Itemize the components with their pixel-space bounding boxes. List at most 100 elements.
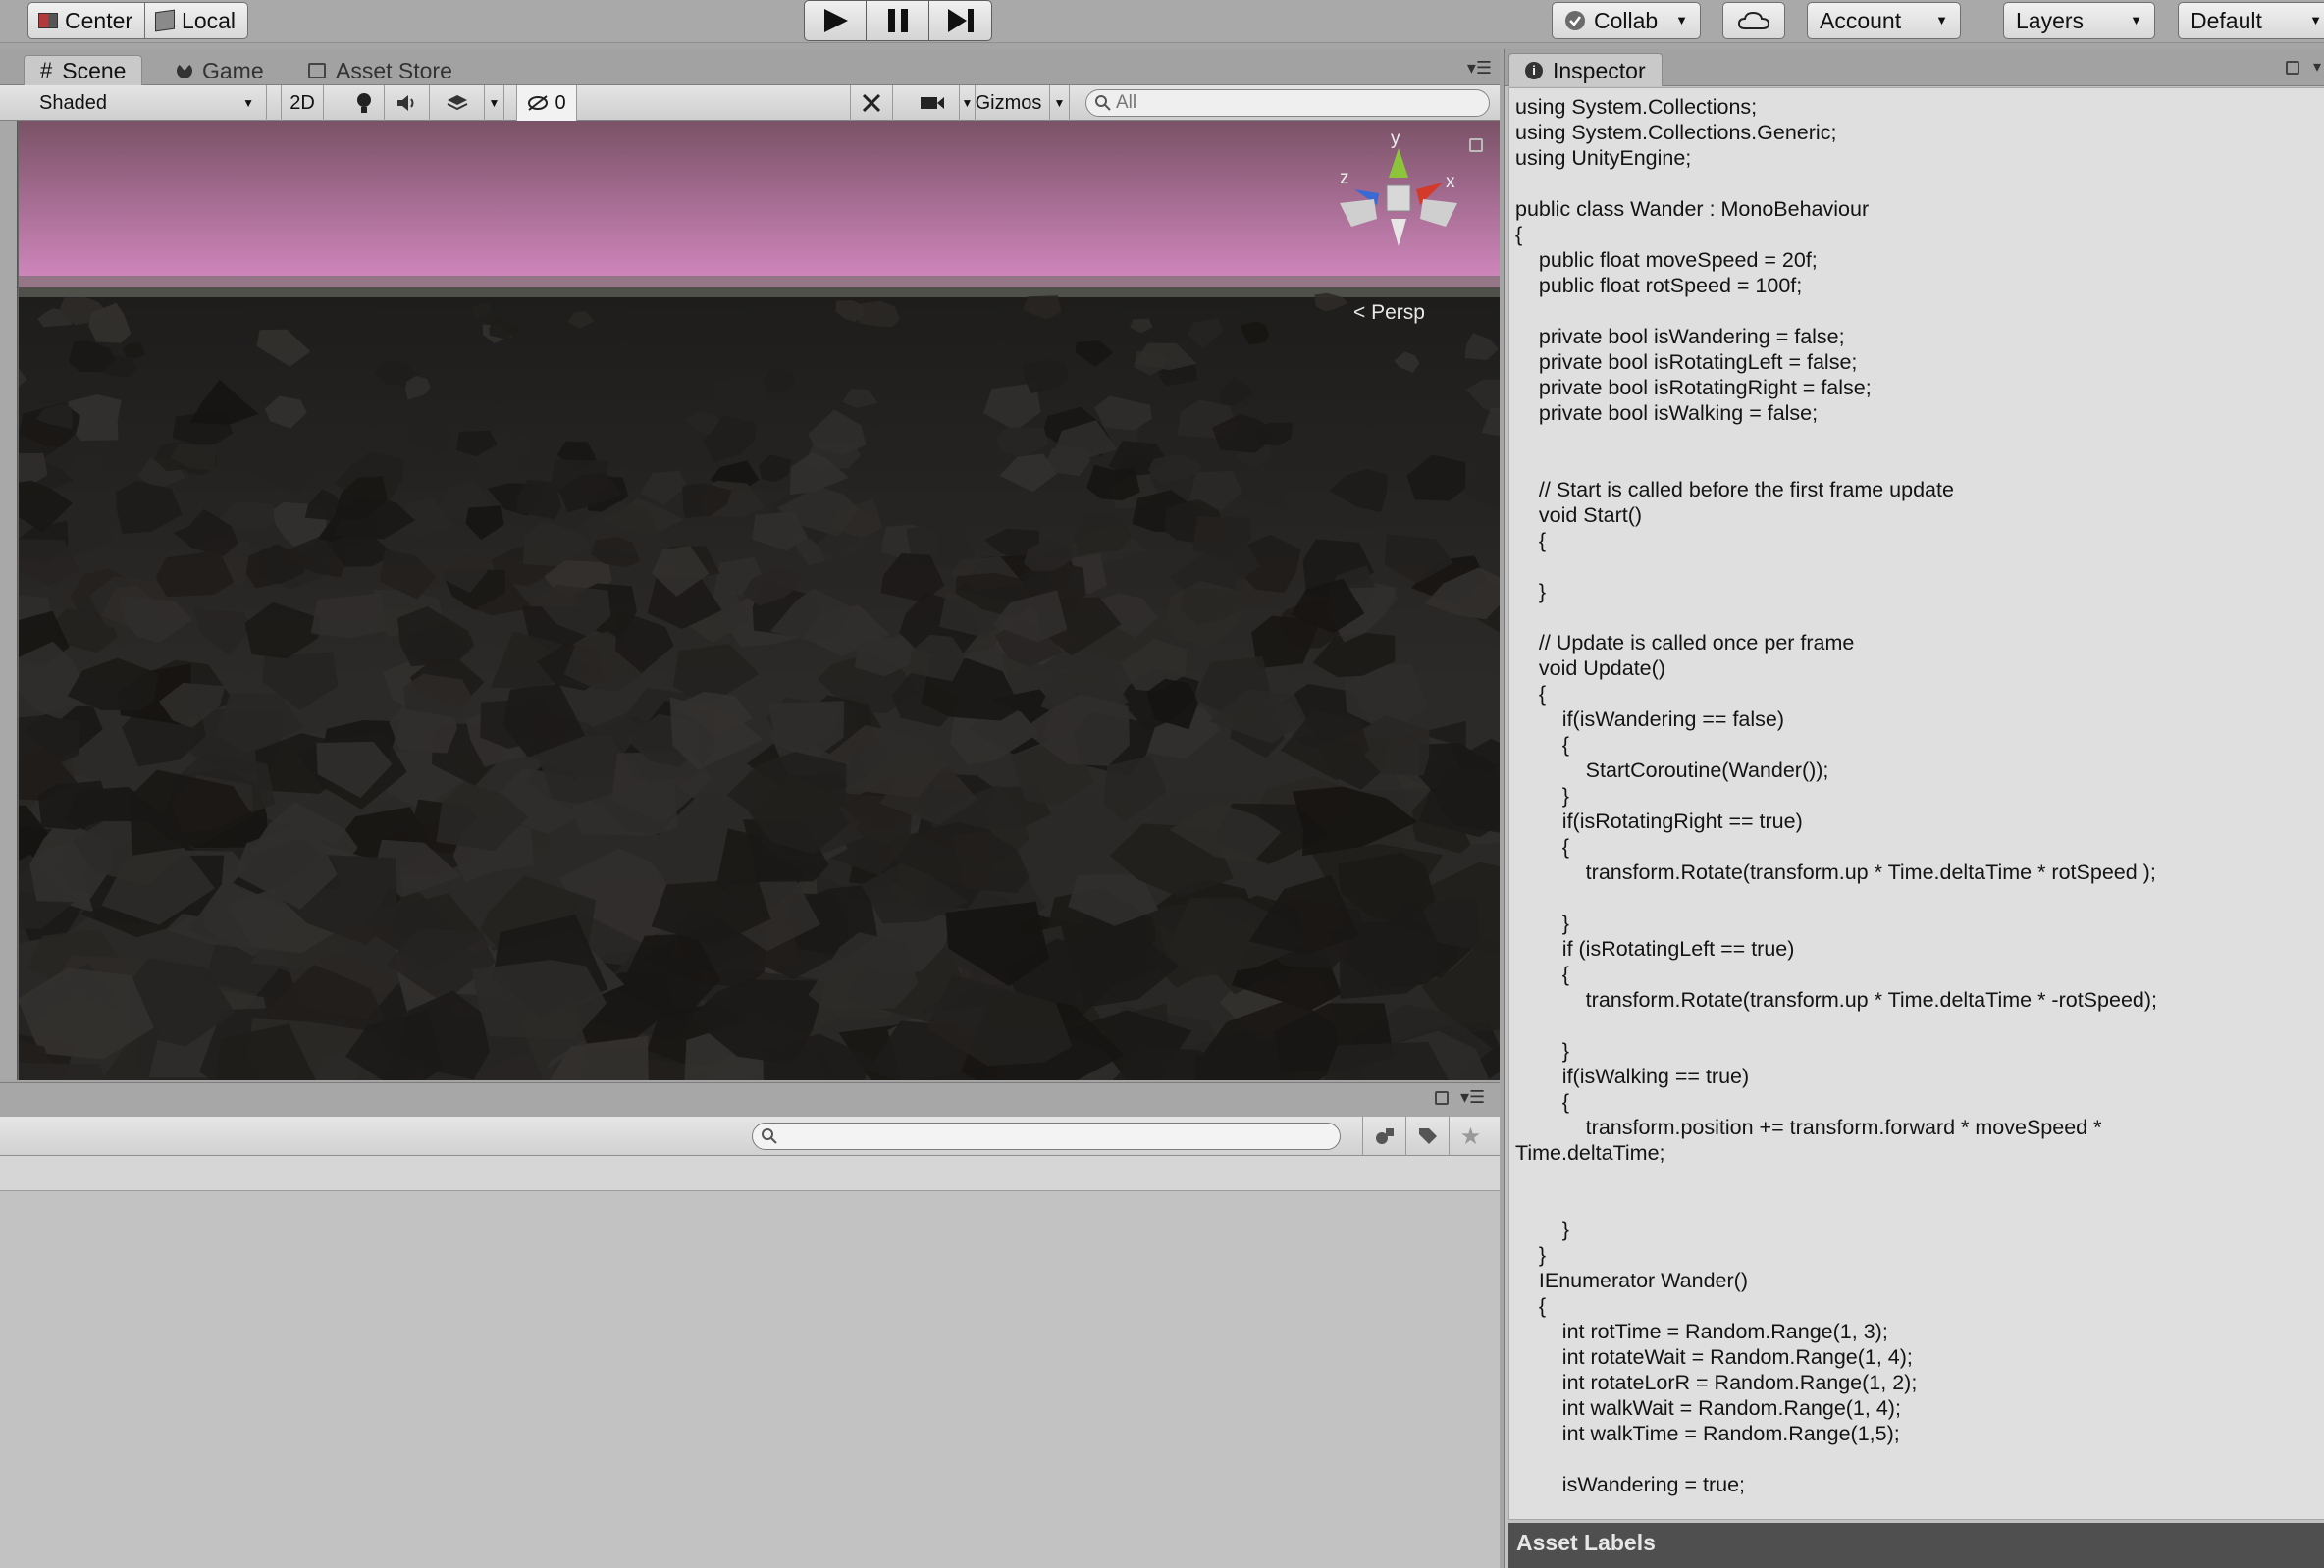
local-cube-icon — [155, 9, 176, 32]
effects-toggle[interactable] — [430, 85, 485, 121]
speaker-icon — [396, 95, 413, 111]
grid-icon: # — [40, 58, 53, 82]
panel-menu-icon[interactable]: ▾☰ — [1467, 58, 1492, 78]
pause-icon — [887, 9, 908, 32]
tab-game-label: Game — [202, 57, 264, 83]
asset-labels-title: Asset Labels — [1516, 1530, 1656, 1555]
scene-search-input[interactable]: All — [1085, 89, 1490, 117]
project-search-input[interactable] — [752, 1123, 1341, 1150]
collab-dropdown[interactable]: Collab ▼ — [1552, 2, 1701, 39]
layers-dropdown[interactable]: Layers ▼ — [2003, 2, 2155, 39]
layout-label: Default — [2191, 8, 2262, 33]
layers-caret-icon: ▼ — [2130, 13, 2142, 27]
gizmos-caret-icon[interactable]: ▼ — [1050, 85, 1070, 121]
gizmos-label: Gizmos — [975, 91, 1042, 114]
cloud-icon — [1737, 11, 1770, 29]
playback-controls — [804, 0, 992, 41]
account-caret-icon: ▼ — [1935, 13, 1948, 27]
script-source-text: using System.Collections; using System.C… — [1515, 95, 2157, 1496]
layers-label: Layers — [2016, 8, 2085, 33]
tag-icon — [1418, 1128, 1437, 1144]
draw-mode-dropdown[interactable]: Shaded ▼ — [27, 85, 267, 121]
cloud-button[interactable] — [1722, 2, 1785, 39]
panel-menu-icon[interactable]: ▾☰ — [1460, 1087, 1485, 1108]
draw-mode-label: Shaded — [39, 91, 107, 114]
chevron-left-icon: < — [1353, 301, 1372, 324]
scene-tools-button[interactable] — [850, 85, 893, 121]
step-button[interactable] — [929, 0, 992, 41]
pacman-icon — [177, 62, 192, 78]
script-preview: using System.Collections; using System.C… — [1508, 87, 2324, 1520]
draw-mode-caret-icon: ▼ — [242, 95, 254, 110]
search-icon — [1095, 95, 1111, 111]
projection-label: Persp — [1371, 301, 1425, 324]
play-icon — [824, 9, 848, 32]
foliage-shape — [310, 593, 387, 639]
axis-x-label: x — [1446, 172, 1455, 192]
axis-z-label: z — [1340, 168, 1349, 188]
layout-caret-icon: ▼ — [2309, 13, 2322, 27]
pause-button[interactable] — [867, 0, 929, 41]
toggle-2d-label: 2D — [290, 91, 315, 114]
inspector-panel: i Inspector ▾ using System.Collections; … — [1504, 49, 2324, 1568]
toggle-2d-button[interactable]: 2D — [281, 85, 324, 121]
layout-dropdown[interactable]: Default ▼ — [2178, 2, 2324, 39]
pivot-center-label: Center — [65, 8, 133, 33]
left-panel-edge — [0, 121, 18, 1080]
inspector-tab-bar: i Inspector ▾ — [1505, 49, 2324, 86]
search-icon — [762, 1128, 777, 1144]
camera-settings-button[interactable] — [905, 85, 960, 121]
favorites-star-icon[interactable]: ★ — [1449, 1117, 1492, 1156]
project-toolbar: ★ — [0, 1117, 1500, 1156]
play-button[interactable] — [804, 0, 867, 41]
eye-slash-icon — [528, 95, 549, 111]
pivot-local-label: Local — [182, 8, 237, 33]
project-breadcrumb-row — [0, 1156, 1500, 1191]
bag-icon — [308, 62, 326, 78]
scene-rendering — [19, 121, 1500, 1080]
pivot-center-icon — [38, 13, 58, 28]
scene-viewport[interactable]: y x z < Persp — [18, 121, 1500, 1080]
gizmos-dropdown[interactable]: Gizmos — [968, 85, 1050, 121]
account-label: Account — [1820, 8, 1902, 33]
projection-toggle[interactable]: < Persp — [1353, 301, 1425, 325]
account-dropdown[interactable]: Account ▼ — [1807, 2, 1961, 39]
panel-menu-icon[interactable]: ▾ — [2313, 57, 2321, 77]
asset-labels-header[interactable]: Asset Labels — [1508, 1523, 2324, 1568]
effects-caret-icon[interactable]: ▼ — [485, 85, 504, 121]
lighting-toggle[interactable] — [343, 85, 385, 121]
tab-scene[interactable]: # Scene — [24, 55, 143, 85]
audio-toggle[interactable] — [385, 85, 430, 121]
info-icon: i — [1525, 61, 1543, 79]
tab-scene-label: Scene — [62, 58, 127, 83]
tools-icon — [862, 93, 881, 113]
scene-search-placeholder: All — [1116, 92, 1137, 113]
hidden-objects-toggle[interactable]: 0 — [516, 85, 577, 121]
tab-asset-store-label: Asset Store — [336, 57, 452, 83]
tab-inspector[interactable]: i Inspector — [1508, 53, 1663, 86]
layers-effects-icon — [447, 95, 467, 111]
main-toolbar: Center Local Collab ▼ Account ▼ Layers ▼… — [0, 0, 2324, 43]
scene-orientation-gizmo[interactable]: y x z — [1330, 129, 1467, 266]
shapes-filter-icon — [1375, 1128, 1394, 1144]
lock-icon[interactable] — [1435, 1091, 1449, 1105]
scene-tab-bar: # Scene Game Asset Store ▾☰ — [0, 50, 1500, 85]
scene-toolbar: Shaded ▼ 2D ▼ 0 ▼ Gizmos ▼ All — [0, 85, 1500, 121]
tab-asset-store[interactable]: Asset Store — [292, 55, 468, 85]
project-panel: ▾☰ ★ — [0, 1082, 1500, 1568]
lock-icon[interactable] — [1469, 138, 1483, 152]
collab-label: Collab — [1594, 8, 1659, 33]
filter-by-label-button[interactable] — [1405, 1117, 1449, 1156]
step-icon — [947, 9, 974, 32]
pivot-local-button[interactable]: Local — [145, 2, 249, 39]
lightbulb-icon — [356, 93, 371, 113]
hidden-count: 0 — [555, 91, 566, 114]
pivot-center-button[interactable]: Center — [27, 2, 146, 39]
check-icon — [1565, 11, 1585, 30]
collab-caret-icon: ▼ — [1675, 13, 1688, 27]
lock-icon[interactable] — [2286, 61, 2299, 75]
tab-game[interactable]: Game — [161, 55, 280, 85]
project-panel-header: ▾☰ — [0, 1083, 1500, 1117]
camera-icon — [920, 97, 944, 109]
filter-by-type-button[interactable] — [1362, 1117, 1405, 1156]
